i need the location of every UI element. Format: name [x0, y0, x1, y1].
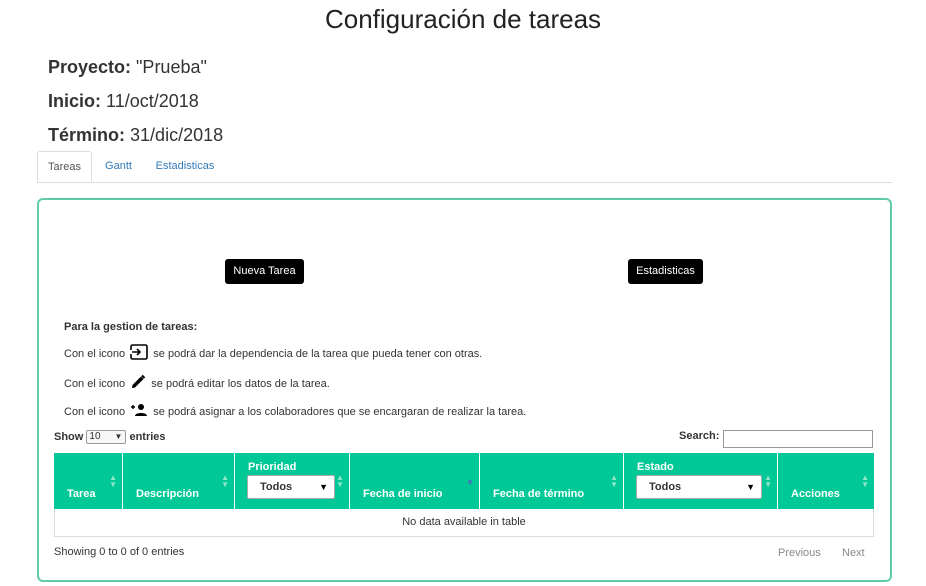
filter-value: Todos	[649, 481, 682, 493]
empty-table-message: No data available in table	[54, 509, 874, 537]
filter-value: Todos	[260, 481, 293, 493]
entries-select[interactable]: 10 ▼	[86, 430, 127, 444]
column-label: Estado	[637, 461, 674, 473]
column-label: Prioridad	[248, 461, 297, 473]
pencil-icon	[130, 374, 146, 394]
next-page-button[interactable]: Next	[842, 547, 865, 559]
end-value: 31/dic/2018	[130, 125, 224, 145]
column-prioridad[interactable]: Prioridad Todos ▼ ▲ ▼	[235, 453, 350, 509]
show-label: Show	[54, 430, 84, 443]
project-end: Término: 31/dic/2018	[48, 124, 223, 146]
column-label: Descripción	[136, 488, 199, 500]
help-line-prefix: Con el icono	[64, 347, 126, 360]
search-input[interactable]	[723, 430, 873, 448]
column-label: Tarea	[67, 488, 96, 500]
search-label: Search:	[679, 430, 720, 442]
previous-page-button[interactable]: Previous	[778, 547, 821, 559]
project-value: "Prueba"	[136, 57, 207, 77]
project-label: Proyecto:	[48, 57, 132, 77]
help-line-text: se podrá editar los datos de la tarea.	[151, 377, 330, 390]
dependency-icon	[130, 344, 149, 364]
column-label: Acciones	[791, 488, 840, 500]
start-value: 11/oct/2018	[106, 91, 199, 111]
help-title: Para la gestion de tareas:	[64, 321, 198, 333]
statistics-button[interactable]: Estadisticas	[628, 259, 703, 284]
tab-tareas[interactable]: Tareas	[37, 151, 92, 182]
column-label: Fecha de término	[493, 488, 585, 500]
sort-icon: ▲ ▼	[221, 473, 229, 489]
help-line-assign: Con el icono se podrá asignar a los cola…	[64, 403, 526, 421]
help-line-prefix: Con el icono	[64, 377, 126, 390]
show-entries: Show 10 ▼ entries	[54, 430, 166, 444]
chevron-down-icon: ▼	[319, 482, 328, 492]
new-task-button[interactable]: Nueva Tarea	[225, 259, 304, 284]
help-line-edit: Con el icono se podrá editar los datos d…	[64, 374, 330, 394]
sort-icon: ▲ ▼	[336, 473, 344, 489]
column-fecha-termino[interactable]: Fecha de término ▲ ▼	[480, 453, 624, 509]
tab-bar: Tareas Gantt Estadisticas	[37, 151, 892, 183]
column-tarea[interactable]: Tarea ▲ ▼	[54, 453, 123, 509]
sort-desc-icon: ▼	[466, 478, 474, 487]
project-start: Inicio: 11/oct/2018	[48, 90, 199, 112]
entries-value: 10	[89, 431, 101, 442]
chevron-down-icon: ▼	[114, 432, 123, 441]
project-name: Proyecto: "Prueba"	[48, 56, 207, 78]
column-acciones[interactable]: Acciones ▲ ▼	[778, 453, 874, 509]
help-line-text: se podrá dar la dependencia de la tarea …	[153, 347, 483, 360]
help-line-text: se podrá asignar a los colaboradores que…	[153, 405, 527, 418]
table-header: Tarea ▲ ▼ Descripción ▲ ▼ Prioridad Todos …	[54, 453, 874, 509]
add-person-icon	[130, 403, 148, 421]
tasks-panel: Nueva Tarea Estadisticas Para la gestion…	[37, 198, 892, 582]
status-filter-select[interactable]: Todos ▼	[636, 475, 762, 499]
column-descripcion[interactable]: Descripción ▲ ▼	[123, 453, 235, 509]
start-label: Inicio:	[48, 91, 101, 111]
column-fecha-inicio[interactable]: Fecha de inicio ▼	[350, 453, 480, 509]
chevron-down-icon: ▼	[746, 482, 755, 492]
help-line-prefix: Con el icono	[64, 405, 126, 418]
tab-estadisticas[interactable]: Estadisticas	[149, 151, 221, 182]
sort-icon: ▲ ▼	[610, 473, 618, 489]
sort-icon: ▲ ▼	[764, 473, 772, 489]
column-estado[interactable]: Estado Todos ▼ ▲ ▼	[624, 453, 778, 509]
sort-icon: ▲ ▼	[861, 473, 869, 489]
tab-gantt[interactable]: Gantt	[99, 151, 138, 182]
page-title: Configuración de tareas	[324, 4, 602, 34]
help-line-dependency: Con el icono se podrá dar la dependencia…	[64, 344, 482, 364]
column-label: Fecha de inicio	[363, 488, 443, 500]
sort-icon: ▲ ▼	[109, 473, 117, 489]
priority-filter-select[interactable]: Todos ▼	[247, 475, 335, 499]
end-label: Término:	[48, 125, 126, 145]
entries-label: entries	[129, 430, 166, 443]
table-info: Showing 0 to 0 of 0 entries	[54, 546, 185, 558]
